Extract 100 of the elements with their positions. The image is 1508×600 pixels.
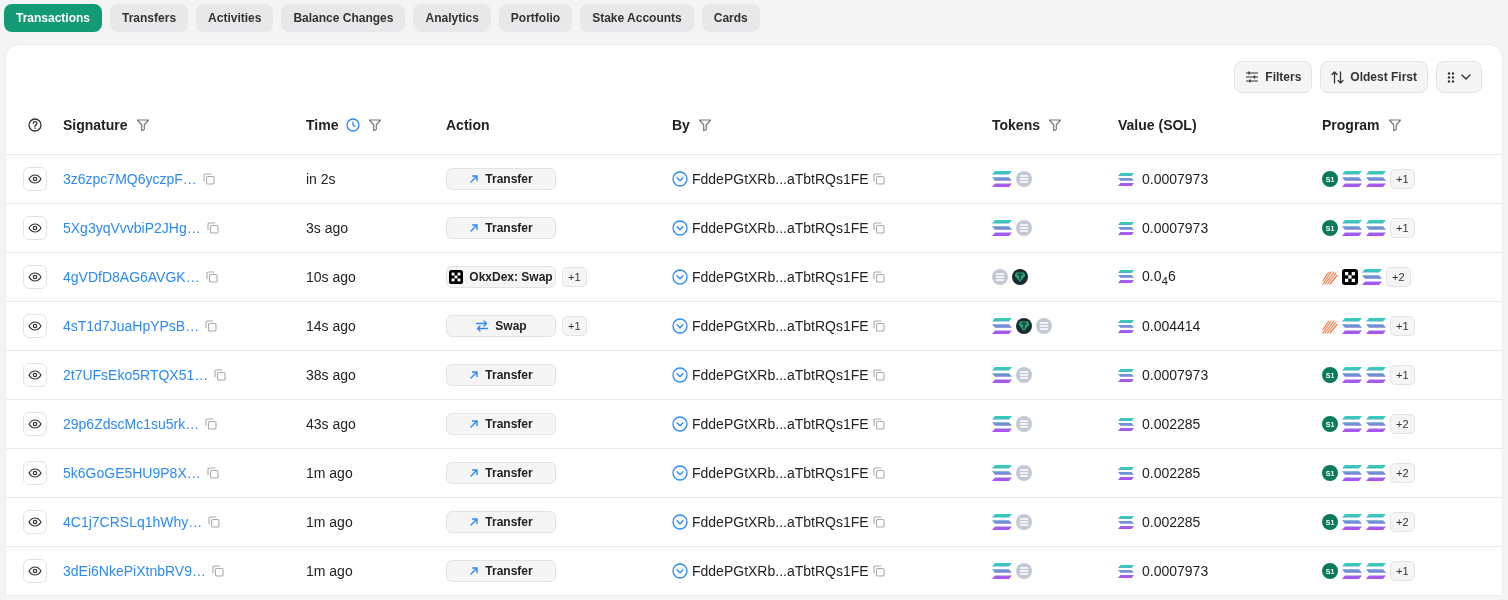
more-count[interactable]: +1 (1390, 316, 1415, 336)
more-count[interactable]: +1 (562, 316, 587, 336)
copy-icon[interactable] (205, 320, 218, 332)
action-tag[interactable]: Transfer (446, 462, 556, 484)
action-tag[interactable]: Transfer (446, 217, 556, 239)
copy-icon[interactable] (872, 565, 885, 577)
tab[interactable]: Transfers (110, 4, 189, 32)
tab[interactable]: Balance Changes (281, 4, 406, 32)
view-button[interactable] (22, 412, 47, 436)
filter-icon[interactable] (368, 118, 383, 132)
value-text: 0.0007973 (1142, 220, 1209, 236)
solana-icon (1366, 514, 1386, 530)
address-link[interactable]: FddePGtXRb...aTbtRQs1FE (692, 269, 869, 285)
view-button[interactable] (22, 461, 47, 485)
copy-icon[interactable] (872, 271, 885, 283)
address-link[interactable]: FddePGtXRb...aTbtRQs1FE (692, 367, 869, 383)
address-link[interactable]: FddePGtXRb...aTbtRQs1FE (692, 318, 869, 334)
chevron-circle-icon[interactable] (672, 514, 688, 530)
chevron-circle-icon[interactable] (672, 465, 688, 481)
tab[interactable]: Transactions (4, 4, 103, 32)
view-button[interactable] (22, 314, 47, 338)
signature-link[interactable]: 4gVDfD8AG6AVGK… (63, 269, 200, 285)
tab[interactable]: Portfolio (498, 4, 573, 32)
chevron-circle-icon[interactable] (672, 367, 688, 383)
signature-link[interactable]: 5Xg3yqVvvbiP2JHg… (63, 220, 201, 236)
signature-link[interactable]: 4sT1d7JuaHpYPsB… (63, 318, 200, 334)
chevron-circle-icon[interactable] (672, 563, 688, 579)
tab[interactable]: Analytics (413, 4, 491, 32)
signature-link[interactable]: 2t7UFsEko5RTQX51… (63, 367, 209, 383)
coin-icon (1016, 367, 1032, 383)
more-count[interactable]: +2 (1386, 267, 1411, 287)
coin-icon (1016, 563, 1032, 579)
copy-icon[interactable] (202, 173, 215, 185)
copy-icon[interactable] (205, 418, 218, 430)
address-link[interactable]: FddePGtXRb...aTbtRQs1FE (692, 220, 869, 236)
chevron-circle-icon[interactable] (672, 171, 688, 187)
action-tag[interactable]: OkxDex: Swap (446, 266, 556, 288)
copy-icon[interactable] (214, 369, 227, 381)
filter-icon[interactable] (697, 118, 712, 132)
copy-icon[interactable] (872, 467, 885, 479)
chevron-circle-icon[interactable] (672, 220, 688, 236)
action-tag[interactable]: Transfer (446, 364, 556, 386)
view-button[interactable] (22, 216, 47, 240)
chevron-circle-icon[interactable] (672, 318, 688, 334)
help-icon[interactable] (27, 118, 42, 132)
copy-icon[interactable] (872, 173, 885, 185)
copy-icon[interactable] (872, 320, 885, 332)
address-link[interactable]: FddePGtXRb...aTbtRQs1FE (692, 465, 869, 481)
column-header: Time (306, 117, 339, 133)
filter-icon[interactable] (1048, 118, 1062, 132)
address-link[interactable]: FddePGtXRb...aTbtRQs1FE (692, 416, 869, 432)
address-link[interactable]: FddePGtXRb...aTbtRQs1FE (692, 171, 869, 187)
copy-icon[interactable] (206, 222, 219, 234)
signature-link[interactable]: 5k6GoGE5HU9P8X… (63, 465, 201, 481)
signature-link[interactable]: 4C1j7CRSLq1hWhy… (63, 514, 203, 530)
address-link[interactable]: FddePGtXRb...aTbtRQs1FE (692, 514, 869, 530)
copy-icon[interactable] (206, 467, 219, 479)
more-count[interactable]: +2 (1390, 414, 1415, 434)
action-tag[interactable]: Transfer (446, 168, 556, 190)
copy-icon[interactable] (872, 222, 885, 234)
action-tag[interactable]: Swap (446, 315, 556, 337)
more-count[interactable]: +2 (1390, 512, 1415, 532)
chevron-circle-icon[interactable] (672, 416, 688, 432)
address-link[interactable]: FddePGtXRb...aTbtRQs1FE (692, 563, 869, 579)
signature-link[interactable]: 3dEi6NkePiXtnbRV9… (63, 563, 206, 579)
signature-link[interactable]: 3z6zpc7MQ6yczpF… (63, 171, 197, 187)
copy-icon[interactable] (872, 369, 885, 381)
chevron-circle-icon[interactable] (672, 269, 688, 285)
more-count[interactable]: +1 (1390, 365, 1415, 385)
tab[interactable]: Activities (196, 4, 274, 32)
view-button[interactable] (22, 559, 47, 583)
copy-icon[interactable] (872, 516, 885, 528)
solana-icon (992, 220, 1012, 236)
tab[interactable]: Cards (701, 4, 760, 32)
more-count[interactable]: +1 (562, 267, 587, 287)
view-button[interactable] (22, 167, 47, 191)
clock-icon[interactable] (346, 118, 361, 132)
copy-icon[interactable] (208, 516, 221, 528)
filters-button[interactable]: Filters (1234, 61, 1313, 93)
striped-logo-icon (1322, 318, 1338, 334)
filter-icon[interactable] (135, 118, 150, 132)
action-tag[interactable]: Transfer (446, 413, 556, 435)
solana-icon (992, 514, 1012, 530)
copy-icon[interactable] (205, 271, 218, 283)
view-menu-button[interactable] (1436, 61, 1482, 93)
view-button[interactable] (22, 363, 47, 387)
filter-icon[interactable] (1387, 118, 1402, 132)
view-button[interactable] (22, 265, 47, 289)
view-button[interactable] (22, 510, 47, 534)
copy-icon[interactable] (872, 418, 885, 430)
more-count[interactable]: +1 (1390, 218, 1415, 238)
more-count[interactable]: +2 (1390, 463, 1415, 483)
more-count[interactable]: +1 (1390, 561, 1415, 581)
action-tag[interactable]: Transfer (446, 511, 556, 533)
sort-button[interactable]: Oldest First (1320, 61, 1428, 93)
signature-link[interactable]: 29p6ZdscMc1su5rk… (63, 416, 200, 432)
tab[interactable]: Stake Accounts (580, 4, 694, 32)
more-count[interactable]: +1 (1390, 169, 1415, 189)
action-tag[interactable]: Transfer (446, 560, 556, 582)
copy-icon[interactable] (211, 565, 224, 577)
